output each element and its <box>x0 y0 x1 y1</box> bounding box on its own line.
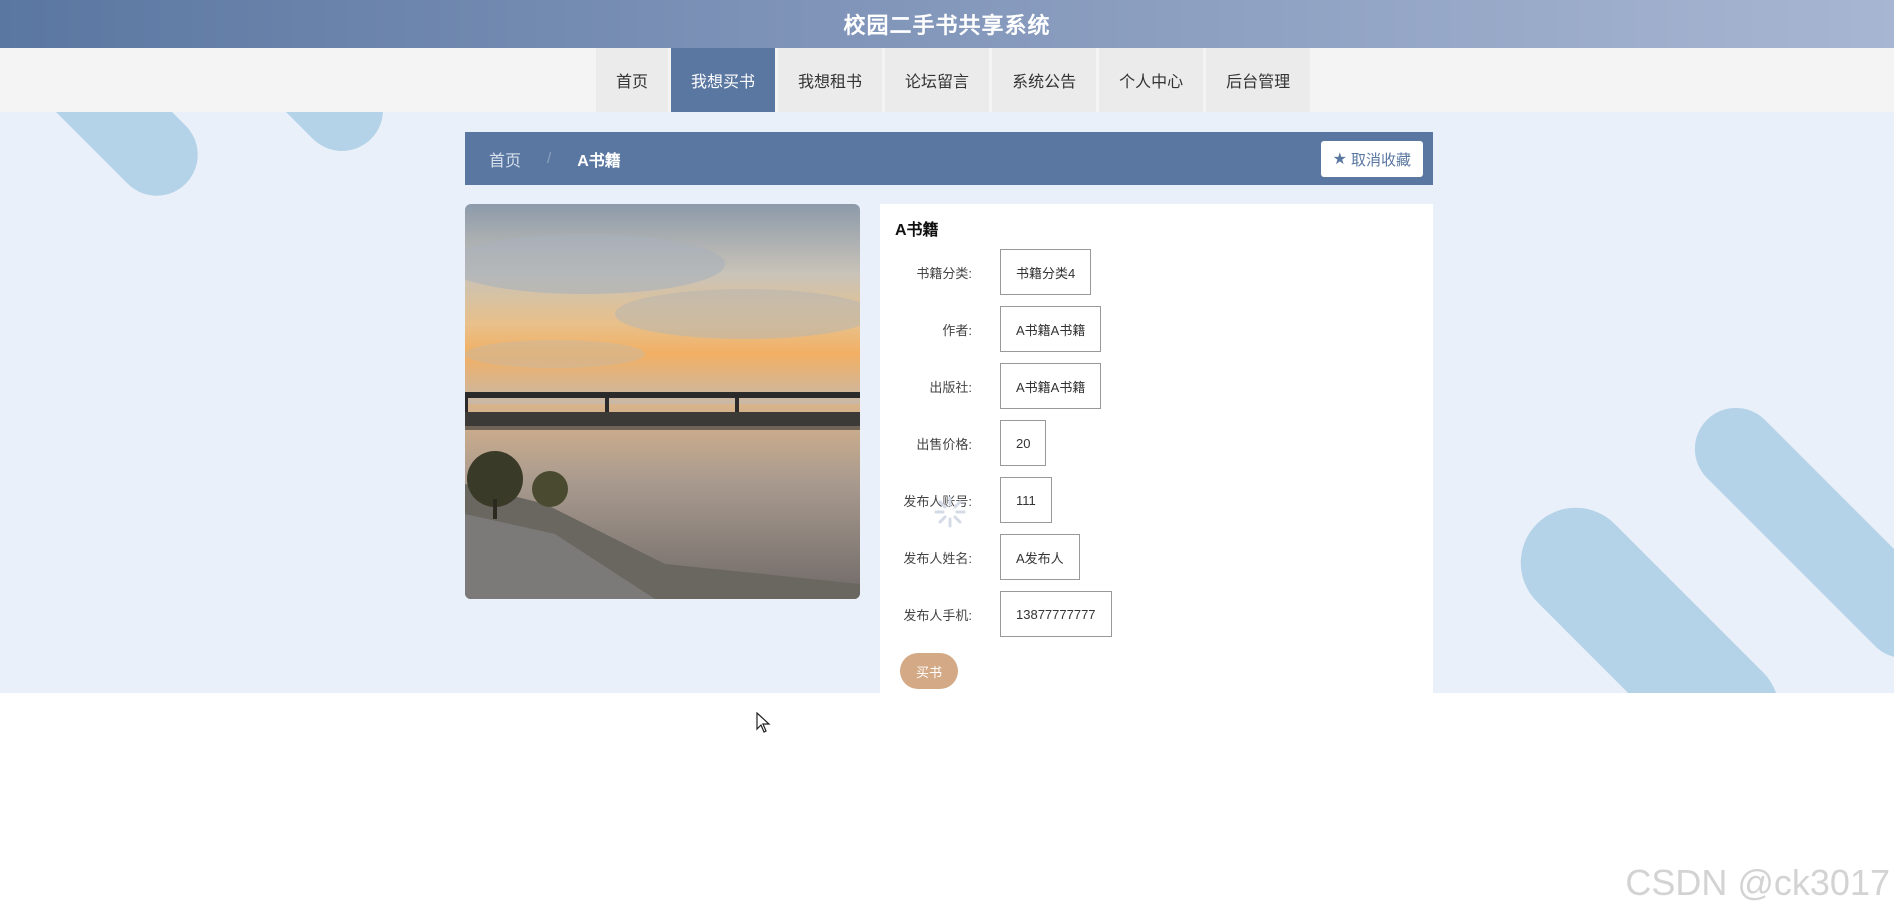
field-value: A书籍A书籍 <box>1000 306 1102 352</box>
field-value: 111 <box>1000 477 1052 523</box>
breadcrumb-current: A书籍 <box>577 152 621 170</box>
book-image <box>465 204 860 599</box>
app-title: 校园二手书共享系统 <box>843 13 1051 38</box>
field-label: 作者: <box>942 322 972 338</box>
nav-item-announcements[interactable]: 系统公告 <box>992 48 1097 112</box>
field-value: 书籍分类4 <box>1000 249 1092 295</box>
star-icon: ★ <box>1332 151 1347 168</box>
unfavorite-button[interactable]: ★ 取消收藏 <box>1320 141 1423 177</box>
field-publisher-phone: 发布人手机: 13877777777 <box>880 591 1112 637</box>
nav-item-admin[interactable]: 后台管理 <box>1206 48 1311 112</box>
breadcrumb-separator: / <box>547 150 552 167</box>
field-publisher: 出版社: A书籍A书籍 <box>880 363 1102 409</box>
breadcrumb: 首页 / A书籍 ★ 取消收藏 <box>465 132 1433 185</box>
nav-item-buy-books[interactable]: 我想买书 <box>671 48 776 112</box>
field-author: 作者: A书籍A书籍 <box>880 306 1102 352</box>
app-root: 校园二手书共享系统 首页 我想买书 我想租书 论坛留言 系统公告 个人中心 后台… <box>0 0 1894 918</box>
field-value: 13877777777 <box>1000 591 1112 637</box>
field-label: 书籍分类: <box>916 265 972 281</box>
nav-item-forum[interactable]: 论坛留言 <box>885 48 990 112</box>
nav-item-rent-books[interactable]: 我想租书 <box>778 48 883 112</box>
field-label: 发布人姓名: <box>903 550 972 566</box>
unfavorite-label: 取消收藏 <box>1350 151 1411 169</box>
loading-spinner-icon <box>934 496 966 528</box>
title-bar: 校园二手书共享系统 <box>0 0 1894 48</box>
book-image-sunset-river <box>465 204 860 599</box>
main-content: 首页 / A书籍 ★ 取消收藏 A书籍 书籍分类: 书籍分类4 作者: A书籍A… <box>0 112 1894 693</box>
field-label: 出售价格: <box>916 436 972 452</box>
nav-item-personal-center[interactable]: 个人中心 <box>1099 48 1204 112</box>
decoration-stripe <box>250 112 400 168</box>
nav-item-home[interactable]: 首页 <box>596 48 669 112</box>
field-label: 发布人手机: <box>903 607 972 623</box>
watermark: CSDN @ck3017 <box>1625 862 1890 903</box>
breadcrumb-home[interactable]: 首页 <box>489 147 521 171</box>
buy-button[interactable]: 买书 <box>900 653 958 689</box>
decoration-stripe <box>15 112 215 213</box>
nav-items: 首页 我想买书 我想租书 论坛留言 系统公告 个人中心 后台管理 <box>596 48 1311 112</box>
field-value: 20 <box>1000 420 1047 466</box>
field-value: A书籍A书籍 <box>1000 363 1102 409</box>
field-category: 书籍分类: 书籍分类4 <box>880 249 1092 295</box>
book-detail-panel: A书籍 书籍分类: 书籍分类4 作者: A书籍A书籍 出版社: A书籍A书籍 出… <box>880 204 1433 693</box>
mouse-cursor-icon <box>756 712 771 733</box>
field-publisher-name: 发布人姓名: A发布人 <box>880 534 1080 580</box>
book-title: A书籍 <box>895 222 939 239</box>
main-nav: 首页 我想买书 我想租书 论坛留言 系统公告 个人中心 后台管理 <box>0 48 1894 112</box>
field-value: A发布人 <box>1000 534 1080 580</box>
field-label: 出版社: <box>929 379 972 395</box>
field-price: 出售价格: 20 <box>880 420 1047 466</box>
